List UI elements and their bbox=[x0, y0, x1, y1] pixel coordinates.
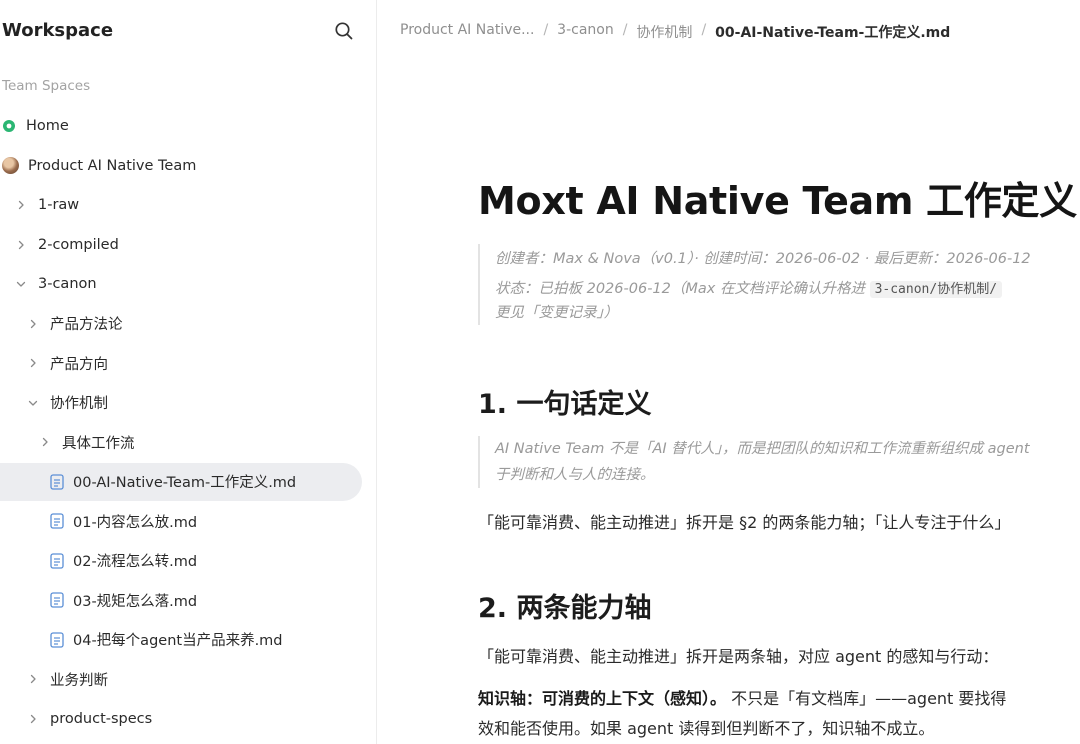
paragraph: 知识轴：可消费的上下文（感知）。 不只是「有文档库」——agent 要找得 bbox=[478, 684, 1006, 714]
sidebar-item-02-流程怎么转-md[interactable]: 02-流程怎么转.md bbox=[0, 542, 362, 580]
chevron-right-icon[interactable] bbox=[26, 672, 40, 686]
breadcrumb-item[interactable]: 3-canon bbox=[557, 22, 614, 42]
sidebar-item-product-ai-native-team[interactable]: Product AI Native Team bbox=[0, 147, 362, 185]
section-heading: 2. 两条能力轴 bbox=[478, 593, 652, 624]
sidebar-item-product-specs[interactable]: product-specs bbox=[0, 700, 362, 738]
chevron-right-icon[interactable] bbox=[26, 712, 40, 726]
main-content: Product AI Native.../3-canon / 协作机制/00-AI-… bbox=[378, 0, 1080, 744]
markdown-file-icon bbox=[50, 631, 64, 648]
team-spaces-label: Team Spaces bbox=[2, 78, 91, 94]
sidebar-item-label: 03-规矩怎么落.md bbox=[73, 593, 198, 610]
chevron-right-icon[interactable] bbox=[38, 435, 52, 449]
sidebar-item-01-内容怎么放-md[interactable]: 01-内容怎么放.md bbox=[0, 502, 362, 540]
sidebar-item-label: 产品方向 bbox=[50, 356, 108, 373]
sidebar-item-具体工作流[interactable]: 具体工作流 bbox=[0, 423, 362, 461]
markdown-file-icon bbox=[50, 473, 64, 490]
chevron-down-icon[interactable] bbox=[14, 277, 28, 291]
sidebar-item-00-ai-native-team-工作定义-md[interactable]: 00-AI-Native-Team-工作定义.md bbox=[0, 462, 362, 501]
breadcrumb: Product AI Native... / 3-canon / 协作机制 / 00-AI-… bbox=[400, 22, 950, 42]
sidebar-item-label: 1-raw bbox=[38, 197, 80, 213]
sidebar-item-label: 产品方法论 bbox=[50, 317, 123, 333]
markdown-file-icon bbox=[50, 513, 64, 529]
page-title: Moxt AI Native Team 工作定义 bbox=[478, 179, 1077, 223]
breadcrumb-separator: / bbox=[622, 22, 628, 38]
breadcrumb-separator: / bbox=[543, 22, 549, 38]
meta-status: 状态：已拍板 2026-06-12（Max 在文档评论确认升格进 bbox=[495, 281, 870, 297]
breadcrumb-current: 00-AI-Native-Team-工作定义.md bbox=[715, 25, 951, 41]
sidebar-item-label: 01-内容怎么放.md bbox=[73, 514, 198, 531]
doc-meta: 创建者：Max & Nova（v0.1）· 创建时间：2026-06-02 · … bbox=[478, 244, 1031, 325]
paragraph: 「能可靠消费、能主动推进」拆开是 §2 的两条能力轴；「让人专注于什么」 bbox=[478, 513, 1011, 532]
team-avatar-icon bbox=[2, 157, 19, 174]
breadcrumb-item[interactable]: 协作机制 bbox=[636, 22, 692, 42]
sidebar-item-label: 04-把每个agent当产品来养.md bbox=[73, 633, 283, 649]
sidebar-item-产品方法论[interactable]: 产品方法论 bbox=[0, 305, 362, 343]
chevron-right-icon[interactable] bbox=[14, 238, 28, 252]
sidebar-item-label: 2-compiled bbox=[38, 236, 119, 253]
sidebar-item-label: Home bbox=[26, 118, 69, 134]
workspace-title[interactable]: Workspace bbox=[2, 20, 113, 41]
paragraph-text: 不只是「有文档库」——agent 要找得 bbox=[726, 689, 1007, 708]
sidebar-item-home[interactable]: Home bbox=[0, 107, 362, 145]
quote-line: AI Native Team 不是「AI 替代人」，而是把团队的知识和工作流重新… bbox=[495, 441, 1030, 457]
sidebar-item-3-canon[interactable]: 3-canon bbox=[0, 265, 362, 303]
sidebar: Workspace Team Spaces Home Product AI Nat… bbox=[0, 0, 377, 744]
chevron-right-icon[interactable] bbox=[26, 317, 40, 331]
breadcrumb-item[interactable]: Product AI Native... bbox=[400, 22, 534, 42]
chevron-down-icon[interactable] bbox=[26, 396, 40, 410]
chevron-right-icon[interactable] bbox=[26, 356, 40, 370]
chevron-right-icon[interactable] bbox=[14, 198, 28, 212]
paragraph: 「能可靠消费、能主动推进」拆开是两条轴，对应 agent 的感知与行动： bbox=[478, 647, 999, 666]
sidebar-item-label: 业务判断 bbox=[50, 672, 108, 689]
workspace-header: Workspace bbox=[0, 0, 377, 62]
quote-line: 于判断和人与人的连接。 bbox=[495, 467, 655, 483]
sidebar-item-协作机制[interactable]: 协作机制 bbox=[0, 384, 362, 422]
sidebar-item-label: product-specs bbox=[50, 710, 153, 727]
sidebar-item-2-compiled[interactable]: 2-compiled bbox=[0, 226, 362, 264]
section-heading: 1. 一句话定义 bbox=[478, 389, 652, 420]
paragraph-bold-lead: 知识轴：可消费的上下文（感知）。 bbox=[478, 689, 727, 708]
sidebar-item-1-raw[interactable]: 1-raw bbox=[0, 186, 362, 224]
definition-quote: AI Native Team 不是「AI 替代人」，而是把团队的知识和工作流重新… bbox=[478, 436, 1030, 488]
sidebar-item-label: 02-流程怎么转.md bbox=[73, 554, 198, 570]
home-icon bbox=[2, 119, 16, 133]
sidebar-item-业务判断[interactable]: 业务判断 bbox=[0, 660, 362, 698]
search-button[interactable] bbox=[333, 20, 357, 44]
meta-path-code: 3-canon/协作机制/ bbox=[869, 281, 1003, 298]
meta-line: 创建者：Max & Nova（v0.1）· 创建时间：2026-06-02 · … bbox=[495, 251, 1031, 267]
search-icon bbox=[335, 22, 353, 40]
sidebar-item-label: 3-canon bbox=[38, 276, 97, 292]
sidebar-item-03-规矩怎么落-md[interactable]: 03-规矩怎么落.md bbox=[0, 581, 362, 619]
sidebar-item-label: 协作机制 bbox=[50, 396, 108, 412]
sidebar-item-产品方向[interactable]: 产品方向 bbox=[0, 344, 362, 382]
breadcrumb-separator: / bbox=[701, 22, 707, 38]
sidebar-item-label: 具体工作流 bbox=[62, 435, 135, 452]
markdown-file-icon bbox=[50, 552, 64, 569]
sidebar-item-04-把每个agent当产品来养-md[interactable]: 04-把每个agent当产品来养.md bbox=[0, 621, 362, 659]
sidebar-item-label: 00-AI-Native-Team-工作定义.md bbox=[73, 475, 297, 491]
markdown-file-icon bbox=[50, 592, 64, 608]
paragraph: 效和能否使用。如果 agent 读得到但判断不了，知识轴不成立。 bbox=[478, 719, 935, 738]
sidebar-item-label: Product AI Native Team bbox=[28, 157, 197, 174]
